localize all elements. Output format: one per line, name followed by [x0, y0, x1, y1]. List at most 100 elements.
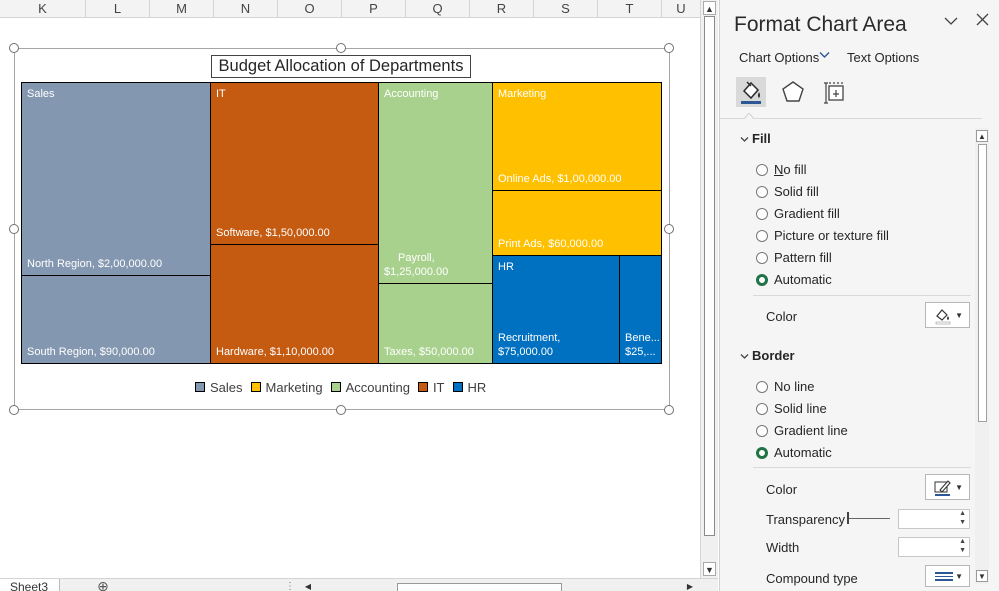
- size-properties-icon[interactable]: [821, 77, 851, 107]
- border-option-solid-line[interactable]: Solid line: [756, 401, 827, 416]
- column-header-n[interactable]: N: [214, 0, 278, 18]
- column-header-o[interactable]: O: [278, 0, 342, 18]
- compound-type-dropdown[interactable]: ▼: [925, 565, 970, 587]
- column-header-k[interactable]: K: [0, 0, 86, 18]
- tile-north-region[interactable]: Sales North Region, $2,00,000.00: [21, 82, 211, 276]
- resize-handle-top[interactable]: [336, 43, 346, 53]
- spin-down-icon[interactable]: ▼: [959, 519, 966, 526]
- legend-item-it[interactable]: IT: [417, 380, 445, 395]
- scroll-left-arrow-icon[interactable]: ◀: [302, 582, 314, 591]
- legend-item-hr[interactable]: HR: [452, 380, 486, 395]
- resize-handle-bottom[interactable]: [336, 405, 346, 415]
- tile-software[interactable]: IT Software, $1,50,000.00: [210, 82, 379, 245]
- border-option-no-line[interactable]: No line: [756, 379, 814, 394]
- horizontal-scrollbar[interactable]: ◀ ▶: [302, 582, 698, 591]
- split-handle-icon[interactable]: ⋮: [285, 581, 295, 591]
- radio-button[interactable]: [756, 380, 768, 393]
- fill-option-no-fill[interactable]: No fill: [756, 162, 807, 177]
- border-option-automatic[interactable]: Automatic: [756, 445, 832, 460]
- tile-benefits[interactable]: Bene... $25,...: [619, 255, 662, 364]
- resize-handle-bottom-right[interactable]: [664, 405, 674, 415]
- sheet-tab[interactable]: Sheet3: [0, 579, 60, 591]
- legend-item-sales[interactable]: Sales: [195, 380, 243, 395]
- close-icon[interactable]: [973, 10, 991, 31]
- fill-section-header[interactable]: Fill: [740, 131, 771, 146]
- tile-print-ads[interactable]: Print Ads, $60,000.00: [492, 190, 662, 256]
- transparency-slider-track[interactable]: [848, 518, 890, 519]
- spin-down-icon[interactable]: ▼: [959, 547, 966, 554]
- chevron-down-icon[interactable]: [819, 51, 830, 62]
- fill-section-title: Fill: [752, 131, 771, 146]
- column-header-r[interactable]: R: [470, 0, 534, 18]
- border-color-picker[interactable]: ▼: [925, 474, 970, 500]
- radio-button[interactable]: [756, 185, 768, 198]
- tile-south-region[interactable]: South Region, $90,000.00: [21, 275, 211, 364]
- radio-button[interactable]: [756, 251, 768, 264]
- border-section-header[interactable]: Border: [740, 348, 795, 363]
- vertical-scrollbar[interactable]: ▲ ▼: [700, 0, 718, 578]
- radio-button[interactable]: [756, 402, 768, 415]
- column-header-m[interactable]: M: [150, 0, 214, 18]
- tile-recruitment[interactable]: HR Recruitment, $75,000.00: [492, 255, 620, 364]
- resize-handle-left[interactable]: [9, 224, 19, 234]
- effects-pentagon-icon[interactable]: [778, 77, 808, 107]
- width-spinner[interactable]: ▲ ▼: [898, 537, 970, 557]
- fill-option-solid-fill[interactable]: Solid fill: [756, 184, 819, 199]
- column-header-p[interactable]: P: [342, 0, 406, 18]
- horizontal-scroll-thumb[interactable]: [397, 583, 562, 591]
- section-collapse-chevron-icon: [740, 135, 752, 146]
- width-label: Width: [766, 540, 800, 555]
- radio-button-selected[interactable]: [756, 446, 768, 459]
- column-header-l[interactable]: L: [86, 0, 150, 18]
- spin-up-icon[interactable]: ▲: [959, 538, 966, 545]
- radio-button[interactable]: [756, 229, 768, 242]
- vertical-scroll-thumb[interactable]: [704, 16, 715, 536]
- scroll-up-arrow-icon[interactable]: ▲: [976, 130, 988, 142]
- fill-and-line-icon[interactable]: [736, 77, 766, 107]
- fill-color-picker[interactable]: ▼: [925, 302, 970, 328]
- scroll-down-arrow-icon[interactable]: ▼: [703, 562, 716, 576]
- pane-vertical-scrollbar[interactable]: ▲ ▼: [975, 128, 989, 584]
- treemap-plot-area[interactable]: Sales North Region, $2,00,000.00 South R…: [21, 82, 662, 364]
- resize-handle-bottom-left[interactable]: [9, 405, 19, 415]
- resize-handle-top-right[interactable]: [664, 43, 674, 53]
- tile-online-ads[interactable]: Marketing Online Ads, $1,00,000.00: [492, 82, 662, 191]
- radio-button[interactable]: [756, 207, 768, 220]
- chart-legend[interactable]: Sales Marketing Accounting IT HR: [195, 379, 486, 395]
- transparency-spinner[interactable]: ▲ ▼: [898, 509, 970, 529]
- fill-option-gradient-fill[interactable]: Gradient fill: [756, 206, 840, 221]
- worksheet[interactable]: K L M N O P Q R S T U Budget Allocation …: [0, 0, 718, 591]
- fill-option-pattern-fill[interactable]: Pattern fill: [756, 250, 832, 265]
- tile-payroll[interactable]: Accounting Payroll, $1,25,000.00: [378, 82, 493, 284]
- column-header-t[interactable]: T: [598, 0, 662, 18]
- tile-data-label: Bene... $25,...: [625, 331, 660, 359]
- resize-handle-top-left[interactable]: [9, 43, 19, 53]
- scroll-up-arrow-icon[interactable]: ▲: [703, 1, 716, 15]
- radio-button[interactable]: [756, 163, 768, 176]
- tile-hardware[interactable]: Hardware, $1,10,000.00: [210, 244, 379, 364]
- transparency-slider-thumb[interactable]: [847, 512, 849, 524]
- column-header-u[interactable]: U: [662, 0, 700, 18]
- column-header-q[interactable]: Q: [406, 0, 470, 18]
- border-section-title: Border: [752, 348, 795, 363]
- add-sheet-icon[interactable]: ⊕: [95, 579, 111, 591]
- chart-title[interactable]: Budget Allocation of Departments: [211, 55, 471, 78]
- tab-chart-options[interactable]: Chart Options: [739, 50, 819, 65]
- fill-option-automatic[interactable]: Automatic: [756, 272, 832, 287]
- resize-handle-right[interactable]: [664, 224, 674, 234]
- legend-item-marketing[interactable]: Marketing: [250, 380, 323, 395]
- scroll-down-arrow-icon[interactable]: ▼: [976, 570, 988, 582]
- legend-item-accounting[interactable]: Accounting: [330, 380, 410, 395]
- radio-button-selected[interactable]: [756, 273, 768, 286]
- radio-button[interactable]: [756, 424, 768, 437]
- tab-text-options[interactable]: Text Options: [847, 50, 919, 65]
- fill-option-picture-or-texture-fill[interactable]: Picture or texture fill: [756, 228, 889, 243]
- column-header-s[interactable]: S: [534, 0, 598, 18]
- chevron-down-icon[interactable]: [942, 14, 960, 29]
- scroll-right-arrow-icon[interactable]: ▶: [684, 582, 696, 591]
- tile-taxes[interactable]: Taxes, $50,000.00: [378, 283, 493, 364]
- compound-type-label: Compound type: [766, 571, 858, 586]
- pane-scroll-thumb[interactable]: [978, 144, 987, 422]
- border-option-gradient-line[interactable]: Gradient line: [756, 423, 848, 438]
- spin-up-icon[interactable]: ▲: [959, 510, 966, 517]
